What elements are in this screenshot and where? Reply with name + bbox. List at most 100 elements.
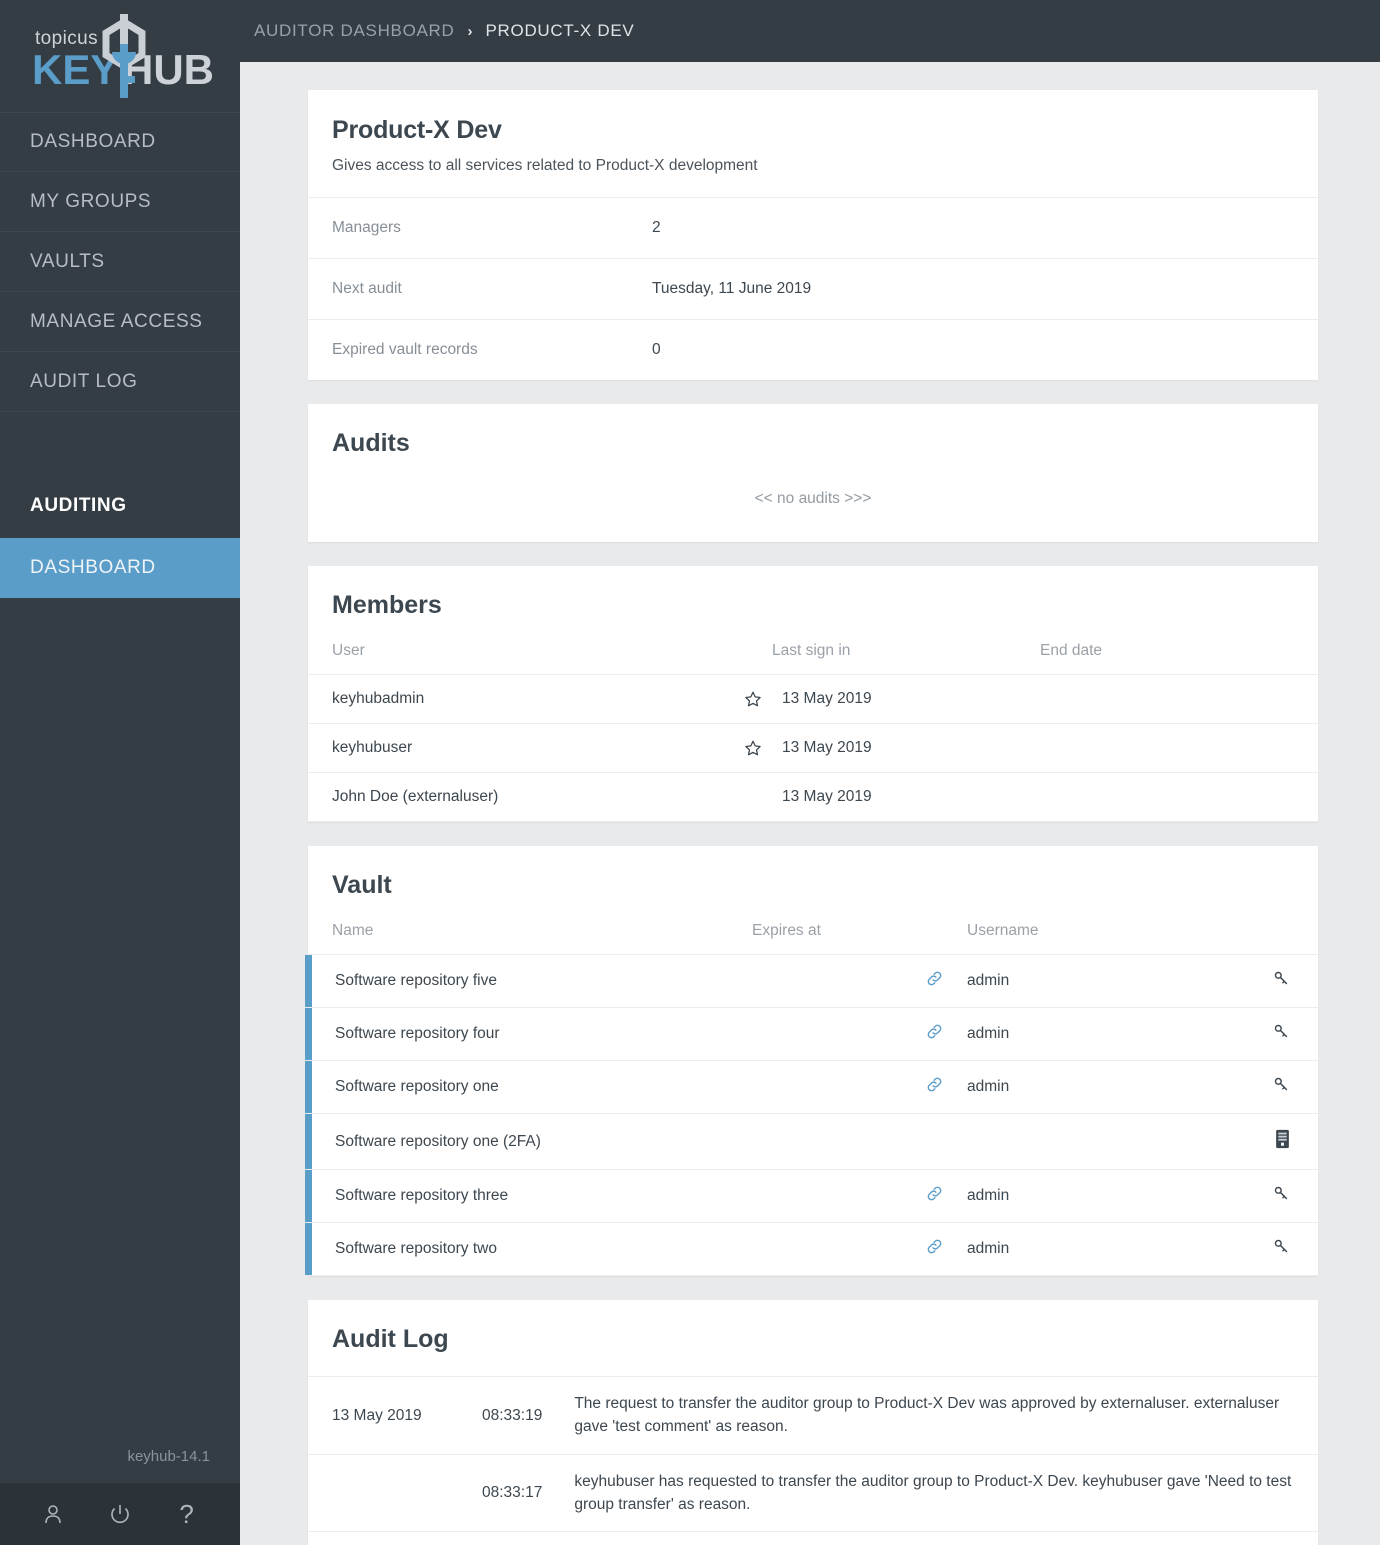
user-icon[interactable] xyxy=(33,1494,73,1534)
member-last-sign-in: 13 May 2019 xyxy=(782,690,872,707)
app-version-label: keyhub-14.1 xyxy=(127,1448,210,1465)
link-icon[interactable] xyxy=(926,971,943,991)
vault-record-name: Software repository two xyxy=(335,1240,497,1257)
audit-log-card: Audit Log 13 May 2019 08:33:19 The reque… xyxy=(308,1300,1318,1545)
audit-log-message: keyhubuser has requested to transfer the… xyxy=(550,1453,1318,1532)
vault-link-cell xyxy=(728,1113,943,1170)
vault-name-cell: Software repository four xyxy=(305,1007,728,1061)
star-icon xyxy=(744,690,772,708)
column-header-user: User xyxy=(332,642,365,659)
members-table: User Last sign in End date keyhubadmin 1… xyxy=(308,642,1318,822)
vault-name-cell: Software repository five xyxy=(305,954,728,1008)
sidebar-item-label: AUDIT LOG xyxy=(30,370,138,392)
table-row[interactable]: keyhubadmin 13 May 2019 xyxy=(308,674,1318,724)
vault-link-cell xyxy=(728,1222,943,1276)
vault-username: admin xyxy=(943,954,1238,1008)
member-user: keyhubuser xyxy=(308,723,748,773)
column-header-end-date: End date xyxy=(1040,642,1103,659)
table-row[interactable]: Software repository five admin xyxy=(305,954,1318,1008)
table-row: 13 May 2019 08:33:19 The request to tran… xyxy=(308,1376,1318,1454)
link-icon[interactable] xyxy=(926,1239,943,1259)
info-value: 0 xyxy=(652,341,661,358)
members-title: Members xyxy=(332,591,442,619)
row-accent-bar xyxy=(305,1008,312,1060)
link-icon[interactable] xyxy=(926,1077,943,1097)
vault-title: Vault xyxy=(332,871,392,899)
member-end-date xyxy=(1016,674,1318,724)
power-icon[interactable] xyxy=(100,1494,140,1534)
vault-name-cell: Software repository one (2FA) xyxy=(305,1113,728,1170)
row-accent-bar xyxy=(305,1061,312,1113)
key-icon[interactable] xyxy=(1273,1077,1290,1097)
mobile-token-icon[interactable] xyxy=(1275,1129,1290,1153)
main-area: AUDITOR DASHBOARD › PRODUCT-X DEV Produc… xyxy=(240,0,1380,1545)
member-user: keyhubadmin xyxy=(308,674,748,724)
chevron-right-icon: › xyxy=(467,22,473,40)
audit-log-date: 13 May 2019 xyxy=(308,1376,458,1454)
vault-name-cell: Software repository two xyxy=(305,1222,728,1276)
table-row[interactable]: Software repository four admin xyxy=(305,1007,1318,1061)
vault-action-cell xyxy=(1238,1169,1318,1223)
breadcrumb-parent[interactable]: AUDITOR DASHBOARD xyxy=(254,21,455,41)
vault-record-name: Software repository four xyxy=(335,1025,500,1042)
member-last-sign-in-cell: 13 May 2019 xyxy=(748,772,1016,822)
help-icon[interactable]: ? xyxy=(167,1494,207,1534)
info-row-next-audit: Next audit Tuesday, 11 June 2019 xyxy=(308,259,1318,320)
info-value: Tuesday, 11 June 2019 xyxy=(652,280,812,297)
sidebar: topicus KEY HUB DASHBOARD MY GROUPS VAUL… xyxy=(0,0,240,1545)
table-row[interactable]: keyhubuser 13 May 2019 xyxy=(308,723,1318,773)
sidebar-item-vaults[interactable]: VAULTS xyxy=(0,232,240,292)
member-last-sign-in-cell: 13 May 2019 xyxy=(745,674,1016,724)
vault-record-name: Software repository three xyxy=(335,1187,509,1204)
audit-log-time: 08:33:17 xyxy=(458,1453,551,1532)
key-icon[interactable] xyxy=(1273,1024,1290,1044)
sidebar-item-label: VAULTS xyxy=(30,250,105,272)
key-icon[interactable] xyxy=(1273,971,1290,991)
app-root: topicus KEY HUB DASHBOARD MY GROUPS VAUL… xyxy=(0,0,1380,1545)
vault-action-cell xyxy=(1238,1007,1318,1061)
star-icon xyxy=(744,739,772,757)
audits-title: Audits xyxy=(332,429,410,457)
top-bar: AUDITOR DASHBOARD › PRODUCT-X DEV xyxy=(240,0,1380,62)
key-icon[interactable] xyxy=(1273,1239,1290,1259)
group-summary-card: Product-X Dev Gives access to all servic… xyxy=(308,90,1318,380)
app-logo[interactable]: topicus KEY HUB xyxy=(0,0,240,112)
sidebar-item-label: MY GROUPS xyxy=(30,190,152,212)
vault-record-name: Software repository five xyxy=(335,972,497,989)
table-row[interactable]: Software repository one (2FA) xyxy=(305,1113,1318,1170)
member-last-sign-in: 13 May 2019 xyxy=(782,739,872,756)
row-accent-bar xyxy=(305,955,312,1007)
row-accent-bar xyxy=(305,1170,312,1222)
sidebar-item-dashboard[interactable]: DASHBOARD xyxy=(0,112,240,172)
audit-log-date xyxy=(308,1453,458,1532)
vault-table: Name Expires at Username Software reposi… xyxy=(305,922,1318,1276)
column-header-expires-at: Expires at xyxy=(752,922,821,939)
table-row[interactable]: Software repository three admin xyxy=(305,1169,1318,1223)
info-label: Next audit xyxy=(332,280,402,297)
table-row[interactable]: John Doe (externaluser) 13 May 2019 xyxy=(308,772,1318,822)
sidebar-item-manage-access[interactable]: MANAGE ACCESS xyxy=(0,292,240,352)
vault-username: admin xyxy=(943,1060,1238,1114)
breadcrumb: AUDITOR DASHBOARD › PRODUCT-X DEV xyxy=(254,21,634,41)
vault-action-cell xyxy=(1238,1060,1318,1114)
vault-record-name: Software repository one (2FA) xyxy=(335,1132,541,1150)
sidebar-item-audit-log[interactable]: AUDIT LOG xyxy=(0,352,240,412)
audits-empty-message: << no audits >>> xyxy=(754,490,872,507)
mobile-token-glyph xyxy=(1276,1129,1289,1149)
member-end-date xyxy=(1016,723,1318,773)
info-row-managers: Managers 2 xyxy=(308,198,1318,259)
sidebar-item-my-groups[interactable]: MY GROUPS xyxy=(0,172,240,232)
member-end-date xyxy=(1016,772,1318,822)
audit-log-more-cell: More... xyxy=(308,1531,1318,1545)
sidebar-item-auditing-dashboard[interactable]: DASHBOARD xyxy=(0,538,240,598)
vault-link-cell xyxy=(728,1007,943,1061)
table-row[interactable]: Software repository one admin xyxy=(305,1060,1318,1114)
key-icon[interactable] xyxy=(1273,1186,1290,1206)
link-icon[interactable] xyxy=(926,1186,943,1206)
vault-username: admin xyxy=(943,1169,1238,1223)
table-row[interactable]: Software repository two admin xyxy=(305,1222,1318,1276)
help-icon-glyph: ? xyxy=(179,1499,194,1529)
members-card: Members User Last sign in End date keyhu… xyxy=(308,566,1318,822)
link-icon[interactable] xyxy=(926,1024,943,1044)
audit-log-time: 08:33:19 xyxy=(458,1376,551,1454)
